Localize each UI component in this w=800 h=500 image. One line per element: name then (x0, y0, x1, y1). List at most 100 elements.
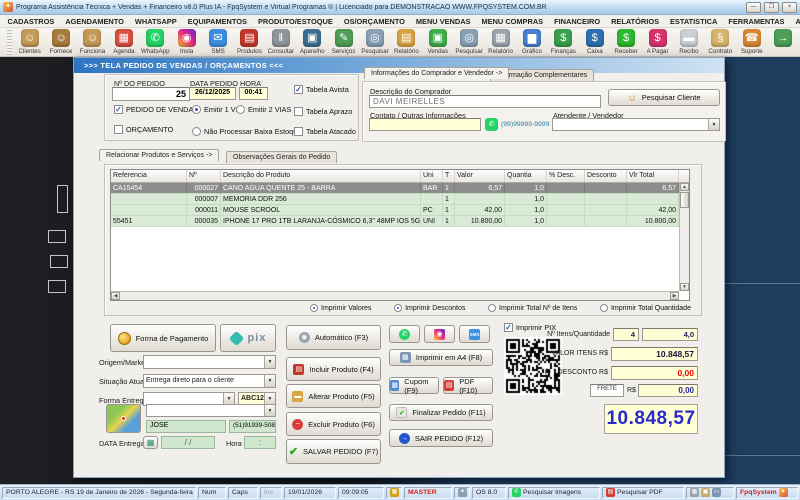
column-header-referencia[interactable]: Referencia (111, 170, 187, 182)
menu-item-equipamentos[interactable]: EQUIPAMENTOS (182, 17, 252, 26)
toolbar-servicos[interactable]: ✎ Serviços (328, 28, 359, 56)
contact-field[interactable] (369, 118, 481, 131)
calendar-button[interactable]: ▦ (143, 436, 158, 449)
emitir-1-via-radio[interactable]: Emitir 1 VIA (192, 105, 243, 114)
toolbar-agenda[interactable]: ▦ Agenda (108, 28, 139, 56)
tab-order-notes[interactable]: Observações Gerais do Pedido (226, 151, 338, 163)
toolbar-produtos[interactable]: ▤ Produtos (234, 28, 265, 56)
toolbar-grafico[interactable]: ▆ Gráfico (516, 28, 547, 56)
menu-item-cadastros[interactable]: CADASTROS (2, 17, 60, 26)
menu-item-relat-rios[interactable]: RELATÓRIOS (606, 17, 665, 26)
menu-item-produto-estoque[interactable]: PRODUTO/ESTOQUE (252, 17, 338, 26)
column-header-valor[interactable]: Valor (455, 170, 505, 182)
column-header-vlr-total[interactable]: Vlr Total (627, 170, 679, 182)
nao-processar-baixa-radio[interactable]: Não Processar Baixa Estoque (192, 127, 301, 136)
status-combo[interactable]: Entrega direto para o cliente ▼ (143, 374, 276, 388)
minimize-button[interactable]: — (746, 1, 761, 13)
column-header-desconto[interactable]: Desconto (585, 170, 627, 182)
delivery-hour-field[interactable]: : (244, 436, 276, 449)
pix-button[interactable]: pix (220, 324, 276, 352)
menu-item-ferramentas[interactable]: FERRAMENTAS (723, 17, 790, 26)
search-images-button[interactable]: ✆ Pesquisar Imagens (508, 486, 600, 499)
print-option-imprimir-valores[interactable]: Imprimir Valores (310, 304, 371, 312)
table-row[interactable]: 000007 MEMORIA DDR 256 1 1,0 (111, 194, 689, 205)
toolbar-pesquisar-2[interactable]: ◎ Pesquisar (453, 28, 484, 56)
orcamento-checkbox[interactable]: ORÇAMENTO (114, 125, 173, 134)
automatic-button[interactable]: ◉ Automático (F3) (286, 325, 381, 350)
attendant-combo[interactable]: ▼ (552, 118, 720, 131)
payment-method-button[interactable]: Forma de Pagamento (110, 324, 216, 352)
toolbar-funcionario[interactable]: ☺ Funciona (77, 28, 108, 56)
pedido-venda-checkbox[interactable]: PEDIDO DE VENDA (114, 105, 193, 114)
print-option-imprimir-total-n-de-itens[interactable]: Imprimir Total Nº de Itens (488, 304, 577, 312)
toolbar-clientes[interactable]: ☺ Clientes (14, 28, 45, 56)
delivery-date-field[interactable]: / / (161, 436, 215, 449)
save-order-button[interactable]: ✔ SALVAR PEDIDO (F7) (286, 439, 381, 464)
print-option-imprimir-total-quantidade[interactable]: Imprimir Total Quantidade (599, 304, 691, 312)
table-row[interactable]: CA15454 000027 CANO AGUA QUENTE 25 - BARRA… (111, 183, 689, 194)
close-button[interactable]: × (782, 1, 797, 13)
menu-item-menu-compras[interactable]: MENU COMPRAS (476, 17, 549, 26)
print-a4-button[interactable]: ▦ Imprimir em A4 (F8) (389, 349, 493, 366)
emitir-2-vias-radio[interactable]: Emitir 2 VIAS (236, 105, 291, 114)
tab-products-services[interactable]: Relacionar Produtos e Serviços -> (99, 149, 220, 161)
toolbar-relatorio[interactable]: ▤ Relatório (391, 28, 422, 56)
toolbar-sair[interactable]: → (767, 28, 798, 56)
scrollbar-thumb[interactable] (680, 192, 689, 208)
tabela-aprazo-checkbox[interactable]: Tabela Aprazo (294, 107, 352, 116)
order-date-field[interactable]: 26/12/2025 (189, 87, 236, 100)
toolbar-aparelho[interactable]: ▣ Aparelho (297, 28, 328, 56)
order-number-field[interactable]: 25 (112, 87, 190, 101)
toolbar-fornecedor[interactable]: ☺ Fornece (45, 28, 76, 56)
finish-order-button[interactable]: ✔ Finalizar Pedido (F11) (389, 404, 493, 421)
toolbar-instagram[interactable]: ◉ Insta (171, 28, 202, 56)
scroll-up-icon[interactable]: ▲ (680, 183, 689, 191)
print-option-imprimir-descontos[interactable]: Imprimir Descontos (394, 304, 465, 312)
scroll-right-icon[interactable]: ▶ (670, 292, 679, 300)
toolbar-pesquisar[interactable]: ◎ Pesquisar (359, 28, 390, 56)
toolbar-whatsapp[interactable]: ✆ WhatsApp (140, 28, 171, 56)
toolbar-relatorio-2[interactable]: ▦ Relatório (485, 28, 516, 56)
tabela-atacado-checkbox[interactable]: Tabela Atacado (294, 127, 356, 136)
column-header-uni[interactable]: Uni (421, 170, 443, 182)
menu-item-ajuda[interactable]: AJUDA (790, 17, 800, 26)
horizontal-scrollbar[interactable]: ◀ ▶ (111, 291, 679, 300)
edit-product-button[interactable]: ▬ Alterar Produto (F5) (286, 384, 381, 408)
column-header-descri-o-do-produto[interactable]: Descrição do Produto (221, 170, 421, 182)
menu-item-financeiro[interactable]: FINANCEIRO (549, 17, 606, 26)
toolbar-drag-handle[interactable] (7, 30, 12, 55)
table-row[interactable]: 55451 000035 IPHONE 17 PRO 1TB LARANJA-CÓS… (111, 216, 689, 227)
delivery-name-field[interactable]: JOSE (146, 420, 226, 433)
sms-button[interactable]: SMS (459, 325, 490, 343)
table-row[interactable]: 000011 MOUSE SCROOL PC 1 42,00 1,0 42,00 (111, 205, 689, 216)
toolbar-recibo[interactable]: ▬ Recibo (673, 28, 704, 56)
buyer-name-field[interactable]: DAVI MEIRELLES (369, 95, 601, 108)
scroll-down-icon[interactable]: ▼ (680, 283, 689, 291)
toolbar-vendas[interactable]: ▣ Vendas (422, 28, 453, 56)
menu-item-estatistica[interactable]: ESTATISTICA (665, 17, 723, 26)
toolbar-caixa[interactable]: $ Caixa (579, 28, 610, 56)
toolbar-a-pagar[interactable]: $ A Pagar (642, 28, 673, 56)
toolbar-suporte[interactable]: ☎ Suporte (736, 28, 767, 56)
scroll-left-icon[interactable]: ◀ (111, 292, 120, 300)
toolbar-contrato[interactable]: § Contrato (705, 28, 736, 56)
pdf-button[interactable]: ▤ PDF (F10) (443, 377, 493, 395)
delete-product-button[interactable]: − Excluir Produto (F6) (286, 412, 381, 436)
column-header-desc[interactable]: % Desc. (547, 170, 585, 182)
order-time-field[interactable]: 00:41 (239, 87, 268, 100)
toolbar-sms[interactable]: ✉ SMS (202, 28, 233, 56)
coupon-button[interactable]: ▦ Cupom (F9) (389, 377, 439, 395)
menu-item-os-or-amento[interactable]: OS/ORÇAMENTO (338, 17, 410, 26)
toolbar-financas[interactable]: $ Finanças (548, 28, 579, 56)
vertical-scrollbar[interactable]: ▲ ▼ (679, 183, 689, 291)
search-client-button[interactable]: ☺ Pesquisar Cliente (608, 89, 720, 106)
menu-item-menu-vendas[interactable]: MENU VENDAS (410, 17, 476, 26)
whatsapp-send-button[interactable]: ✆ (389, 325, 420, 343)
restore-button[interactable]: ❒ (764, 1, 779, 13)
column-header-t[interactable]: T (443, 170, 455, 182)
column-header-quantia[interactable]: Quantia (505, 170, 547, 182)
carrier-combo[interactable]: ▼ (146, 404, 276, 417)
origin-combo[interactable]: ▼ (143, 355, 276, 369)
menu-item-agendamento[interactable]: AGENDAMENTO (60, 17, 130, 26)
exit-order-button[interactable]: → SAIR PEDIDO (F12) (389, 429, 493, 447)
